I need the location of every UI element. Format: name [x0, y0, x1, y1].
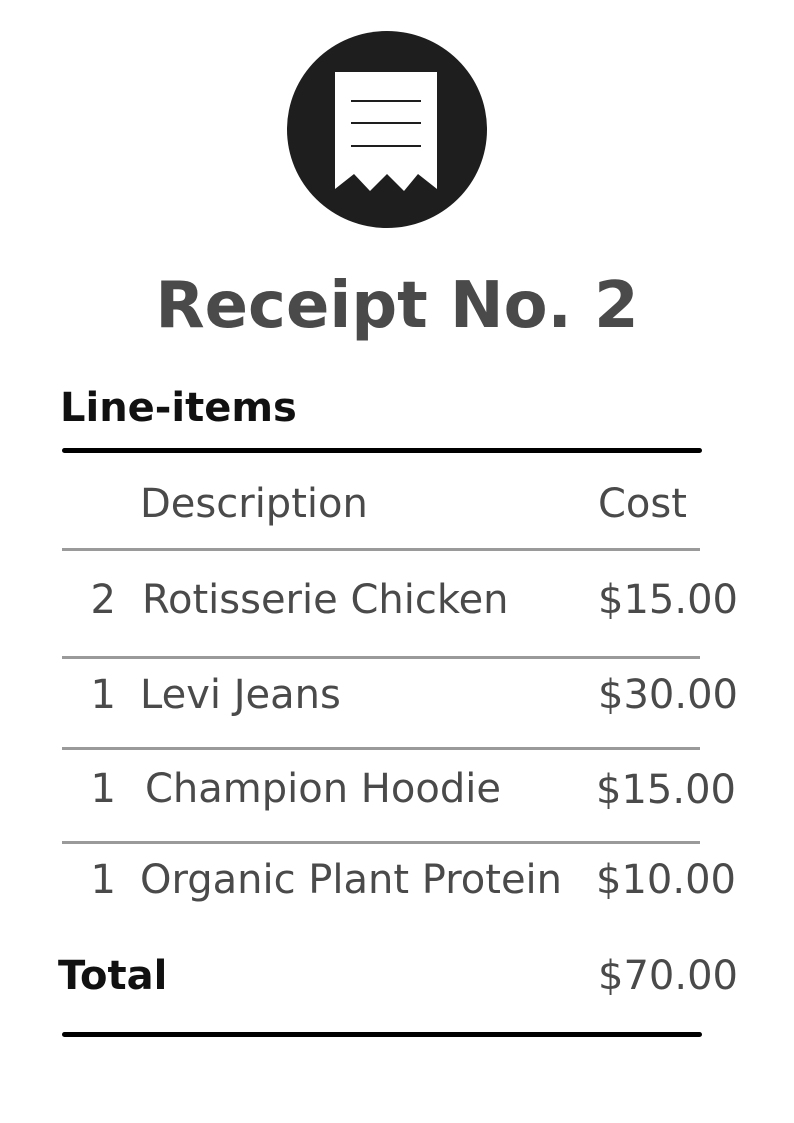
section-title: Line-items: [60, 385, 297, 431]
total-value: $70.00: [598, 953, 738, 999]
item-quantity: 1: [90, 766, 116, 812]
item-cost: $30.00: [598, 672, 738, 718]
receipt-icon: [287, 31, 487, 228]
section-divider: [62, 448, 702, 453]
receipt-title: Receipt No. 2: [155, 269, 639, 343]
item-cost: $15.00: [598, 577, 738, 623]
item-description: Champion Hoodie: [145, 766, 501, 812]
total-label: Total: [58, 953, 168, 999]
item-description: Organic Plant Protein: [140, 857, 563, 903]
row-divider: [62, 656, 700, 659]
item-cost: $10.00: [596, 857, 736, 903]
item-cost: $15.00: [596, 767, 736, 813]
item-quantity: 1: [90, 857, 116, 903]
row-divider: [62, 747, 700, 750]
total-divider: [62, 1032, 702, 1037]
row-divider: [62, 841, 700, 844]
item-description: Rotisserie Chicken: [142, 577, 509, 623]
column-header-description: Description: [140, 481, 368, 527]
item-description: Levi Jeans: [140, 672, 341, 718]
row-divider: [62, 548, 700, 551]
column-header-cost: Cost: [598, 481, 687, 527]
item-quantity: 2: [90, 577, 116, 623]
item-quantity: 1: [90, 672, 116, 718]
